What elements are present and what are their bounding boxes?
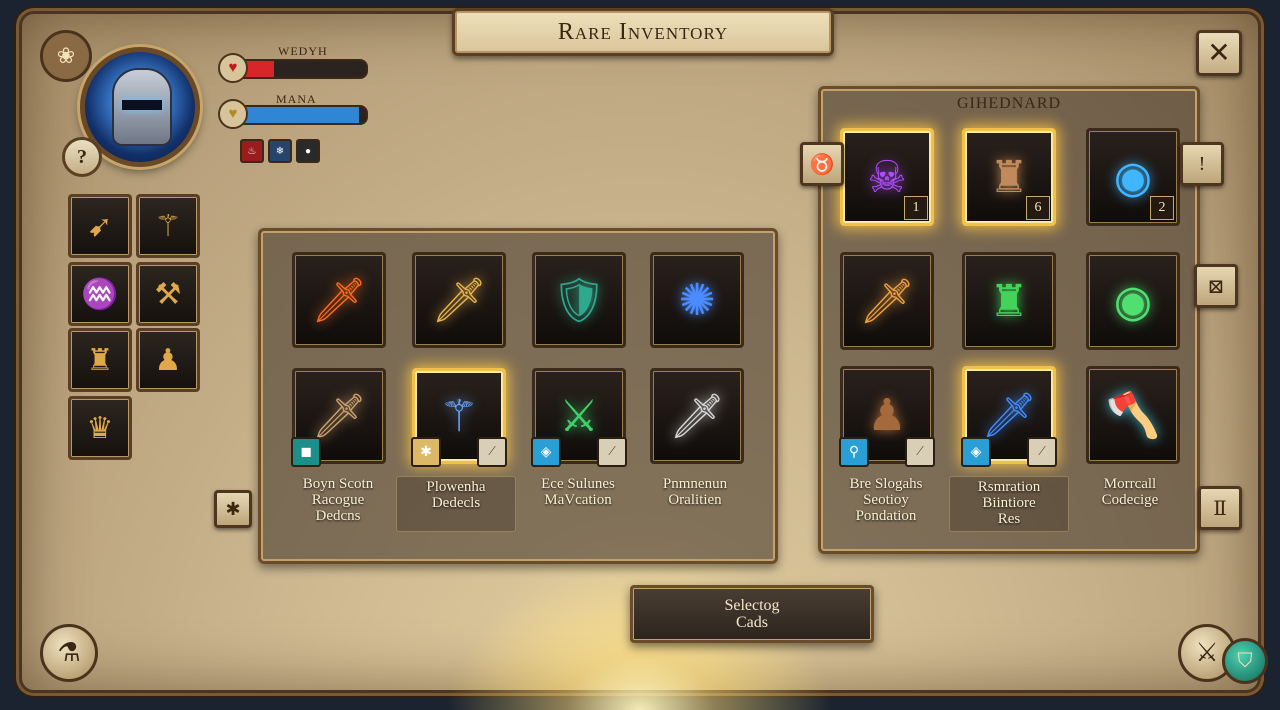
blue-blade-icon: 🗡 xyxy=(981,391,1037,440)
item-caption: Boyn Scotn Racogue Dedcns xyxy=(302,476,374,524)
shadow-buff-icon[interactable]: ● xyxy=(296,139,320,163)
equipment-panel-title: GIHEDNARD xyxy=(956,95,1062,112)
emblem-icon: ❀ xyxy=(40,30,92,82)
item-count: 1 xyxy=(904,196,928,220)
green-spirit-helm-icon: ◉ xyxy=(1113,276,1153,326)
sidebar-slot[interactable]: ♛ xyxy=(68,396,132,460)
page-title: Rare Inventory xyxy=(452,8,834,56)
inventory-slot[interactable]: 🗡 xyxy=(840,252,934,350)
prev-page-button[interactable]: ✱ xyxy=(214,490,252,528)
inventory-slot[interactable]: 🗡 ◈ ⁄ xyxy=(961,366,1057,467)
leather-hood-icon: ♟ xyxy=(867,390,907,440)
shield-button[interactable]: ⛉ xyxy=(1222,638,1268,684)
discard-button[interactable]: ⊠ xyxy=(1194,264,1238,308)
inventory-slot[interactable]: 🗡 ◼ xyxy=(291,368,386,467)
rune-tag-icon[interactable]: ◼ xyxy=(291,437,321,467)
inventory-slot[interactable]: ✺ xyxy=(650,252,744,348)
potion-button[interactable]: ⚗ xyxy=(40,624,98,682)
mana-heart-icon: ♥ xyxy=(218,99,248,129)
flaming-sword-icon: 🗡 xyxy=(311,276,367,325)
close-button[interactable]: ✕ xyxy=(1196,30,1242,76)
dagger-icon: 🗡 xyxy=(669,392,725,441)
slash-tag-icon[interactable]: ⁄ xyxy=(597,437,627,467)
teal-shield-icon: 🛡 xyxy=(551,276,607,325)
inventory-slot[interactable]: 🪓 xyxy=(1086,366,1180,464)
help-button[interactable]: ? xyxy=(62,137,102,177)
item-caption: Plowenha Dedecls xyxy=(396,476,516,532)
frost-buff-icon[interactable]: ❄ xyxy=(268,139,292,163)
sidebar-slot[interactable]: ⚚ xyxy=(136,194,200,258)
fire-sword-icon: 🗡 xyxy=(859,277,915,326)
sidebar-slot[interactable]: ♜ xyxy=(68,328,132,392)
sidebar-slot[interactable]: ➹ xyxy=(68,194,132,258)
magic-staff-icon: ⚚ xyxy=(439,391,479,441)
gem-tag-icon[interactable]: ◈ xyxy=(961,437,991,467)
inventory-slot[interactable]: 🗡 xyxy=(412,252,506,348)
arcane-orb-icon: ✺ xyxy=(678,275,716,325)
broadsword-icon: 🗡 xyxy=(311,392,367,441)
golden-sword-icon: 🗡 xyxy=(431,276,487,325)
knight-helmet-icon xyxy=(112,68,172,146)
health-bar xyxy=(232,59,368,79)
pause-button[interactable]: Ⅱ xyxy=(1198,486,1242,530)
item-caption: Rsmration Biintiore Res xyxy=(949,476,1069,532)
anvil-icon: ⚒ xyxy=(154,277,182,311)
scroll-icon: ♒ xyxy=(81,277,119,311)
slash-tag-icon[interactable]: ⁄ xyxy=(1027,437,1057,467)
crossed-swords-icon: ⚔ xyxy=(559,391,599,441)
mana-bar xyxy=(232,105,368,125)
key-tag-icon[interactable]: ⚲ xyxy=(839,437,869,467)
inventory-slot[interactable]: ♜ 6 xyxy=(962,128,1056,226)
health-label: WEDYH xyxy=(278,44,328,58)
heart-icon: ♥ xyxy=(218,53,248,83)
sidebar-slot[interactable]: ♒ xyxy=(68,262,132,326)
select-cards-button[interactable]: Selectog Cads xyxy=(630,585,874,643)
goblet-icon: ♜ xyxy=(86,343,114,377)
star-tag-icon[interactable]: ✱ xyxy=(411,437,441,467)
crown-helmet-icon: ♛ xyxy=(86,411,114,445)
inventory-slot[interactable]: ☠ 1 xyxy=(840,128,934,226)
battle-axe-icon: 🪓 xyxy=(1105,391,1161,440)
green-helm-icon: ♜ xyxy=(989,276,1029,326)
inventory-slot[interactable]: 🗡 xyxy=(292,252,386,348)
slash-tag-icon[interactable]: ⁄ xyxy=(905,437,935,467)
boots-icon: ♟ xyxy=(154,343,182,377)
staff-pair-icon: ⚚ xyxy=(154,209,182,243)
item-caption: Ece Sulunes MaVcation xyxy=(541,476,615,508)
spectral-helm-icon: ◉ xyxy=(1113,152,1153,202)
gem-tag-icon[interactable]: ◈ xyxy=(531,437,561,467)
flame-buff-icon[interactable]: ♨ xyxy=(240,139,264,163)
item-count: 6 xyxy=(1026,196,1050,220)
inventory-slot[interactable]: ◉ 2 xyxy=(1086,128,1180,226)
item-caption: Morrcall Codecige xyxy=(1101,476,1159,508)
plate-armor-icon: ♜ xyxy=(989,152,1029,202)
spear-icon: ➹ xyxy=(87,209,113,243)
inventory-slot[interactable]: ◉ xyxy=(1086,252,1180,350)
item-count: 2 xyxy=(1150,196,1174,220)
alert-button[interactable]: ! xyxy=(1180,142,1224,186)
sidebar-slot[interactable]: ⚒ xyxy=(136,262,200,326)
inventory-slot[interactable]: ⚚ ✱ ⁄ xyxy=(411,368,507,467)
inventory-slot[interactable]: 🗡 xyxy=(650,368,744,464)
inventory-slot[interactable]: ♜ xyxy=(962,252,1056,350)
filter-button[interactable]: ♉ xyxy=(800,142,844,186)
purple-skull-helm-icon: ☠ xyxy=(867,152,907,202)
slash-tag-icon[interactable]: ⁄ xyxy=(477,437,507,467)
sidebar-slot[interactable]: ♟ xyxy=(136,328,200,392)
item-caption: Pnmnenun Oralitien xyxy=(662,476,728,508)
item-caption: Bre Slogahs Seotioy Pondation xyxy=(849,476,923,524)
inventory-slot[interactable]: 🛡 xyxy=(532,252,626,348)
inventory-slot[interactable]: ⚔ ◈ ⁄ xyxy=(531,368,627,467)
inventory-slot[interactable]: ♟ ⚲ ⁄ xyxy=(839,366,935,467)
